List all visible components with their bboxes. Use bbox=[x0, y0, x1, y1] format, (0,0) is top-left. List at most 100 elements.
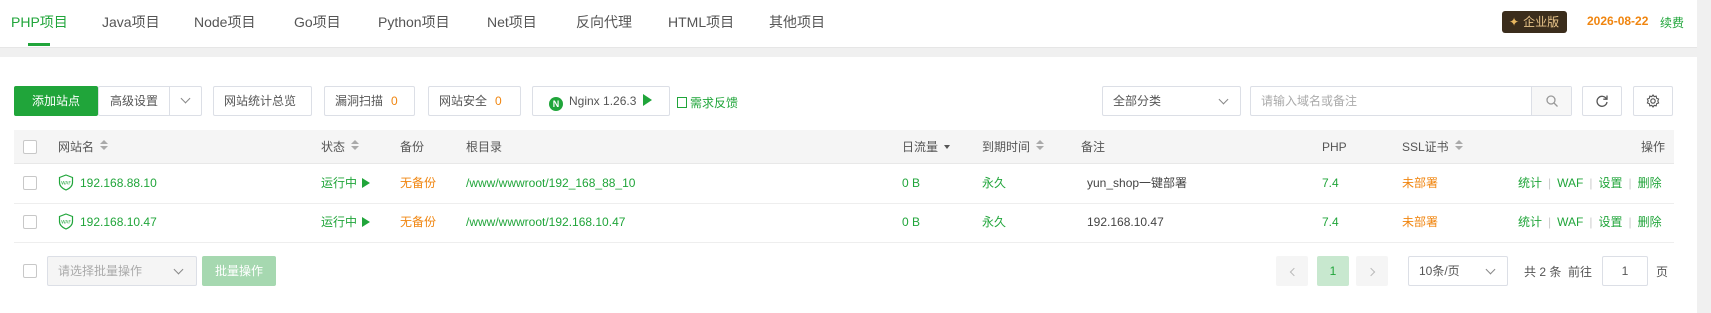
tab-java[interactable]: Java项目 bbox=[102, 0, 160, 46]
status-running[interactable]: 运行中 bbox=[321, 204, 371, 240]
site-name-link[interactable]: WAF 192.168.10.47 bbox=[58, 204, 157, 240]
nginx-status-button[interactable]: N Nginx 1.26.3 bbox=[532, 86, 670, 116]
col-status[interactable]: 状态 bbox=[321, 130, 360, 164]
remark-text[interactable]: yun_shop一键部署 bbox=[1087, 165, 1187, 201]
tab-php[interactable]: PHP项目 bbox=[11, 0, 68, 46]
row-checkbox[interactable] bbox=[23, 215, 37, 229]
col-expire-time[interactable]: 到期时间 bbox=[982, 130, 1045, 164]
page-size-selected: 10条/页 bbox=[1419, 264, 1460, 278]
refresh-button[interactable] bbox=[1582, 86, 1622, 116]
search-button[interactable] bbox=[1531, 87, 1571, 115]
feedback-label: 需求反馈 bbox=[690, 96, 739, 110]
col-daily-traffic[interactable]: 日流量 bbox=[902, 130, 951, 164]
batch-select-all-checkbox[interactable] bbox=[23, 264, 37, 278]
expire-time[interactable]: 永久 bbox=[982, 165, 1006, 201]
advanced-settings-label: 高级设置 bbox=[110, 94, 159, 108]
row-actions: 统计 | WAF | 设置 | 删除 bbox=[1518, 165, 1662, 201]
sort-icon bbox=[351, 140, 360, 150]
batch-action-select[interactable]: 请选择批量操作 bbox=[47, 256, 197, 286]
waf-link[interactable]: WAF bbox=[1557, 215, 1583, 229]
page-number-current[interactable]: 1 bbox=[1317, 256, 1349, 286]
total-count: 共 2 条 bbox=[1524, 265, 1562, 279]
tab-reverse-proxy[interactable]: 反向代理 bbox=[576, 0, 632, 46]
action-separator: | bbox=[1628, 215, 1632, 229]
category-select[interactable]: 全部分类 bbox=[1102, 86, 1241, 116]
goto-page-input[interactable]: 1 bbox=[1602, 256, 1648, 286]
stats-link[interactable]: 统计 bbox=[1518, 215, 1542, 229]
col-actions: 操作 bbox=[1641, 140, 1666, 154]
category-selected: 全部分类 bbox=[1113, 94, 1162, 108]
table-row: WAF 192.168.88.10 运行中 无备份 /www/wwwroot/19… bbox=[14, 165, 1674, 204]
search-input[interactable] bbox=[1261, 93, 1511, 109]
stats-link[interactable]: 统计 bbox=[1518, 176, 1542, 190]
php-version[interactable]: 7.4 bbox=[1322, 204, 1339, 240]
backup-status[interactable]: 无备份 bbox=[400, 204, 436, 240]
settings-link[interactable]: 设置 bbox=[1598, 176, 1622, 190]
waf-link[interactable]: WAF bbox=[1557, 176, 1583, 190]
col-root-dir: 根目录 bbox=[466, 140, 503, 154]
chevron-left-icon bbox=[1289, 267, 1298, 277]
play-icon bbox=[643, 94, 653, 106]
renew-link[interactable]: 续费 bbox=[1660, 14, 1684, 31]
feedback-icon bbox=[677, 97, 687, 108]
remark-text[interactable]: 192.168.10.47 bbox=[1087, 204, 1164, 240]
chevron-down-icon[interactable] bbox=[180, 93, 191, 104]
col-ssl[interactable]: SSL证书 bbox=[1402, 130, 1463, 164]
sort-icon bbox=[100, 140, 109, 150]
root-dir-link[interactable]: /www/wwwroot/192.168.10.47 bbox=[466, 204, 625, 240]
backup-status[interactable]: 无备份 bbox=[400, 165, 436, 201]
status-running[interactable]: 运行中 bbox=[321, 165, 371, 201]
settings-button[interactable] bbox=[1633, 86, 1673, 116]
chevron-right-icon bbox=[1366, 267, 1375, 277]
daily-traffic[interactable]: 0 B bbox=[902, 204, 920, 240]
sort-icon bbox=[1454, 140, 1463, 150]
site-stats-overview-button[interactable]: 网站统计总览 bbox=[213, 86, 312, 116]
tab-net[interactable]: Net项目 bbox=[487, 0, 537, 46]
col-backup: 备份 bbox=[400, 140, 425, 154]
next-page-button[interactable] bbox=[1356, 256, 1388, 286]
search-box bbox=[1250, 86, 1572, 116]
sort-desc-icon bbox=[944, 145, 951, 149]
settings-link[interactable]: 设置 bbox=[1598, 215, 1622, 229]
tab-go[interactable]: Go项目 bbox=[294, 0, 341, 46]
goto-label: 前往 bbox=[1568, 265, 1593, 279]
prev-page-button[interactable] bbox=[1276, 256, 1308, 286]
chevron-down-icon bbox=[1218, 94, 1229, 105]
vuln-scan-button[interactable]: 漏洞扫描 0 bbox=[324, 86, 415, 116]
tab-html[interactable]: HTML项目 bbox=[668, 0, 734, 46]
table-row: WAF 192.168.10.47 运行中 无备份 /www/wwwroot/19… bbox=[14, 204, 1674, 243]
search-icon bbox=[1545, 95, 1558, 107]
batch-action-button[interactable]: 批量操作 bbox=[202, 256, 276, 286]
col-remark: 备注 bbox=[1081, 140, 1106, 154]
chevron-down-icon bbox=[1485, 264, 1496, 275]
row-checkbox[interactable] bbox=[23, 176, 37, 190]
ssl-status[interactable]: 未部署 bbox=[1402, 204, 1438, 240]
feedback-link[interactable]: 需求反馈 bbox=[677, 94, 738, 111]
daily-traffic[interactable]: 0 B bbox=[902, 165, 920, 201]
waf-shield-icon: WAF bbox=[58, 174, 74, 191]
page-size-select[interactable]: 10条/页 bbox=[1408, 256, 1508, 286]
advanced-settings-dropdown[interactable]: 高级设置 bbox=[98, 86, 202, 116]
site-name-link[interactable]: WAF 192.168.88.10 bbox=[58, 165, 157, 201]
svg-text:WAF: WAF bbox=[61, 181, 71, 187]
site-security-button[interactable]: 网站安全 0 bbox=[428, 86, 521, 116]
batch-action-placeholder: 请选择批量操作 bbox=[58, 264, 143, 278]
add-site-button[interactable]: 添加站点 bbox=[14, 86, 98, 116]
action-separator: | bbox=[1548, 215, 1552, 229]
col-site-name[interactable]: 网站名 bbox=[58, 130, 109, 164]
svg-text:WAF: WAF bbox=[61, 220, 71, 226]
expire-time[interactable]: 永久 bbox=[982, 204, 1006, 240]
action-separator: | bbox=[1548, 176, 1552, 190]
select-all-checkbox[interactable] bbox=[23, 140, 37, 154]
sort-icon bbox=[1036, 140, 1045, 150]
delete-link[interactable]: 删除 bbox=[1638, 176, 1662, 190]
tab-node[interactable]: Node项目 bbox=[194, 0, 255, 46]
tab-other[interactable]: 其他项目 bbox=[769, 0, 825, 46]
enterprise-badge[interactable]: ✦ 企业版 bbox=[1502, 11, 1568, 33]
root-dir-link[interactable]: /www/wwwroot/192_168_88_10 bbox=[466, 165, 635, 201]
delete-link[interactable]: 删除 bbox=[1638, 215, 1662, 229]
tab-python[interactable]: Python项目 bbox=[378, 0, 450, 46]
ssl-status[interactable]: 未部署 bbox=[1402, 165, 1438, 201]
php-version[interactable]: 7.4 bbox=[1322, 165, 1339, 201]
security-count: 0 bbox=[495, 94, 502, 108]
